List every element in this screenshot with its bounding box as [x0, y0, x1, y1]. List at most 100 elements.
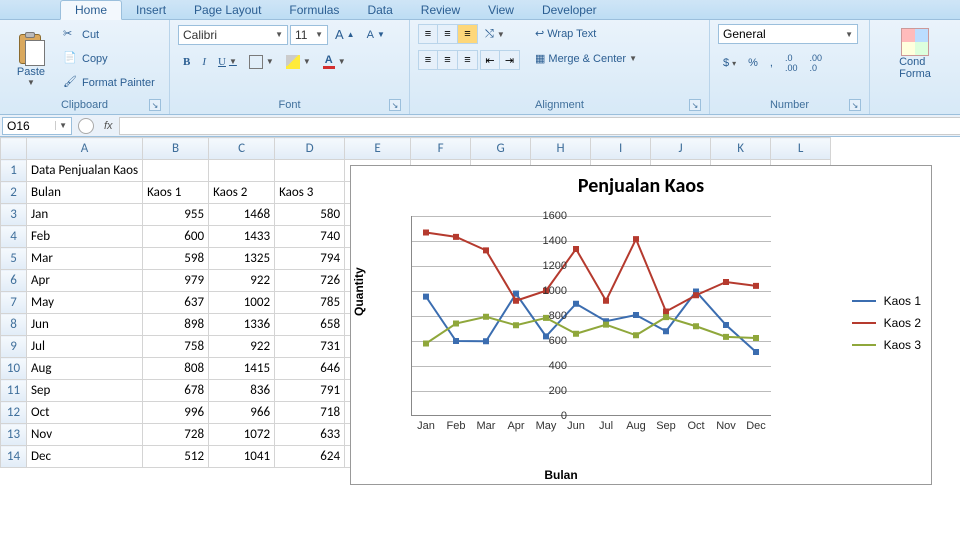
orientation-button[interactable]: ⤭▼	[480, 25, 510, 44]
grow-font-button[interactable]: A▲	[330, 24, 360, 45]
select-all-corner[interactable]	[1, 138, 27, 160]
cell-A13[interactable]: Nov	[27, 424, 143, 446]
cell-B8[interactable]: 898	[143, 314, 209, 336]
cell-B1[interactable]	[143, 160, 209, 182]
tab-page-layout[interactable]: Page Layout	[180, 1, 275, 19]
cell-B7[interactable]: 637	[143, 292, 209, 314]
cell-A2[interactable]: Bulan	[27, 182, 143, 204]
tab-data[interactable]: Data	[353, 1, 406, 19]
borders-button[interactable]: ▼	[244, 52, 279, 72]
wrap-text-button[interactable]: ↩Wrap Text	[530, 24, 642, 43]
cell-C2[interactable]: Kaos 2	[209, 182, 275, 204]
vertical-align[interactable]: ≡≡≡	[418, 24, 478, 44]
dialog-launcher-icon[interactable]: ↘	[689, 99, 701, 111]
name-box[interactable]: O16▼	[2, 117, 72, 135]
col-header-A[interactable]: A	[27, 138, 143, 160]
number-format-select[interactable]: General▼	[718, 24, 858, 44]
col-header-C[interactable]: C	[209, 138, 275, 160]
dialog-launcher-icon[interactable]: ↘	[389, 99, 401, 111]
increase-decimal-button[interactable]: .0.00	[780, 50, 803, 76]
row-header-14[interactable]: 14	[1, 446, 27, 468]
font-name-select[interactable]: Calibri▼	[178, 25, 288, 45]
cell-A12[interactable]: Oct	[27, 402, 143, 424]
tab-developer[interactable]: Developer	[528, 1, 611, 19]
shrink-font-button[interactable]: A▼	[362, 26, 390, 44]
row-header-12[interactable]: 12	[1, 402, 27, 424]
cell-C4[interactable]: 1433	[209, 226, 275, 248]
cell-C10[interactable]: 1415	[209, 358, 275, 380]
cell-A8[interactable]: Jun	[27, 314, 143, 336]
underline-button[interactable]: U▼	[213, 53, 242, 71]
decrease-decimal-button[interactable]: .00.0	[805, 50, 828, 76]
tab-review[interactable]: Review	[407, 1, 474, 19]
cell-B6[interactable]: 979	[143, 270, 209, 292]
cell-A7[interactable]: May	[27, 292, 143, 314]
row-header-6[interactable]: 6	[1, 270, 27, 292]
dialog-launcher-icon[interactable]: ↘	[149, 99, 161, 111]
col-header-J[interactable]: J	[651, 138, 711, 160]
cell-B4[interactable]: 600	[143, 226, 209, 248]
col-header-E[interactable]: E	[345, 138, 411, 160]
dialog-launcher-icon[interactable]: ↘	[849, 99, 861, 111]
cancel-icon[interactable]	[78, 118, 94, 134]
cell-A4[interactable]: Feb	[27, 226, 143, 248]
cell-A1[interactable]: Data Penjualan Kaos	[27, 160, 143, 182]
cell-C11[interactable]: 836	[209, 380, 275, 402]
conditional-formatting-button[interactable]: Cond Forma	[878, 24, 952, 84]
indent[interactable]: ⇤⇥	[480, 50, 520, 70]
cell-A3[interactable]: Jan	[27, 204, 143, 226]
cell-B9[interactable]: 758	[143, 336, 209, 358]
cell-C7[interactable]: 1002	[209, 292, 275, 314]
fill-color-button[interactable]: ▼	[281, 52, 316, 72]
cell-C12[interactable]: 966	[209, 402, 275, 424]
cell-C1[interactable]	[209, 160, 275, 182]
font-size-select[interactable]: 11▼	[290, 25, 328, 45]
row-header-5[interactable]: 5	[1, 248, 27, 270]
cell-B2[interactable]: Kaos 1	[143, 182, 209, 204]
cell-A5[interactable]: Mar	[27, 248, 143, 270]
cell-B5[interactable]: 598	[143, 248, 209, 270]
cell-C5[interactable]: 1325	[209, 248, 275, 270]
row-header-11[interactable]: 11	[1, 380, 27, 402]
row-header-10[interactable]: 10	[1, 358, 27, 380]
cell-D5[interactable]: 794	[275, 248, 345, 270]
tab-home[interactable]: Home	[60, 0, 122, 20]
col-header-I[interactable]: I	[591, 138, 651, 160]
cell-B13[interactable]: 728	[143, 424, 209, 446]
cell-C13[interactable]: 1072	[209, 424, 275, 446]
merge-center-button[interactable]: ▦Merge & Center▼	[530, 49, 642, 68]
cell-D4[interactable]: 740	[275, 226, 345, 248]
cut-button[interactable]: Cut	[58, 24, 160, 46]
horizontal-align[interactable]: ≡≡≡	[418, 50, 478, 70]
col-header-K[interactable]: K	[711, 138, 771, 160]
row-header-3[interactable]: 3	[1, 204, 27, 226]
cell-A11[interactable]: Sep	[27, 380, 143, 402]
cell-D7[interactable]: 785	[275, 292, 345, 314]
col-header-H[interactable]: H	[531, 138, 591, 160]
cell-D1[interactable]	[275, 160, 345, 182]
col-header-D[interactable]: D	[275, 138, 345, 160]
row-header-13[interactable]: 13	[1, 424, 27, 446]
col-header-B[interactable]: B	[143, 138, 209, 160]
col-header-G[interactable]: G	[471, 138, 531, 160]
bold-button[interactable]: B	[178, 53, 195, 71]
worksheet[interactable]: ABCDEFGHIJKL1Data Penjualan Kaos2BulanKa…	[0, 137, 960, 468]
cell-D12[interactable]: 718	[275, 402, 345, 424]
cell-D10[interactable]: 646	[275, 358, 345, 380]
row-header-7[interactable]: 7	[1, 292, 27, 314]
format-painter-button[interactable]: Format Painter	[58, 72, 160, 94]
italic-button[interactable]: I	[197, 53, 211, 71]
row-header-1[interactable]: 1	[1, 160, 27, 182]
tab-insert[interactable]: Insert	[122, 1, 180, 19]
cell-C3[interactable]: 1468	[209, 204, 275, 226]
copy-button[interactable]: Copy	[58, 48, 160, 70]
cell-B10[interactable]: 808	[143, 358, 209, 380]
cell-C14[interactable]: 1041	[209, 446, 275, 468]
row-header-2[interactable]: 2	[1, 182, 27, 204]
cell-D3[interactable]: 580	[275, 204, 345, 226]
row-header-9[interactable]: 9	[1, 336, 27, 358]
tab-formulas[interactable]: Formulas	[275, 1, 353, 19]
tab-view[interactable]: View	[474, 1, 528, 19]
cell-C8[interactable]: 1336	[209, 314, 275, 336]
formula-input[interactable]	[119, 117, 960, 135]
